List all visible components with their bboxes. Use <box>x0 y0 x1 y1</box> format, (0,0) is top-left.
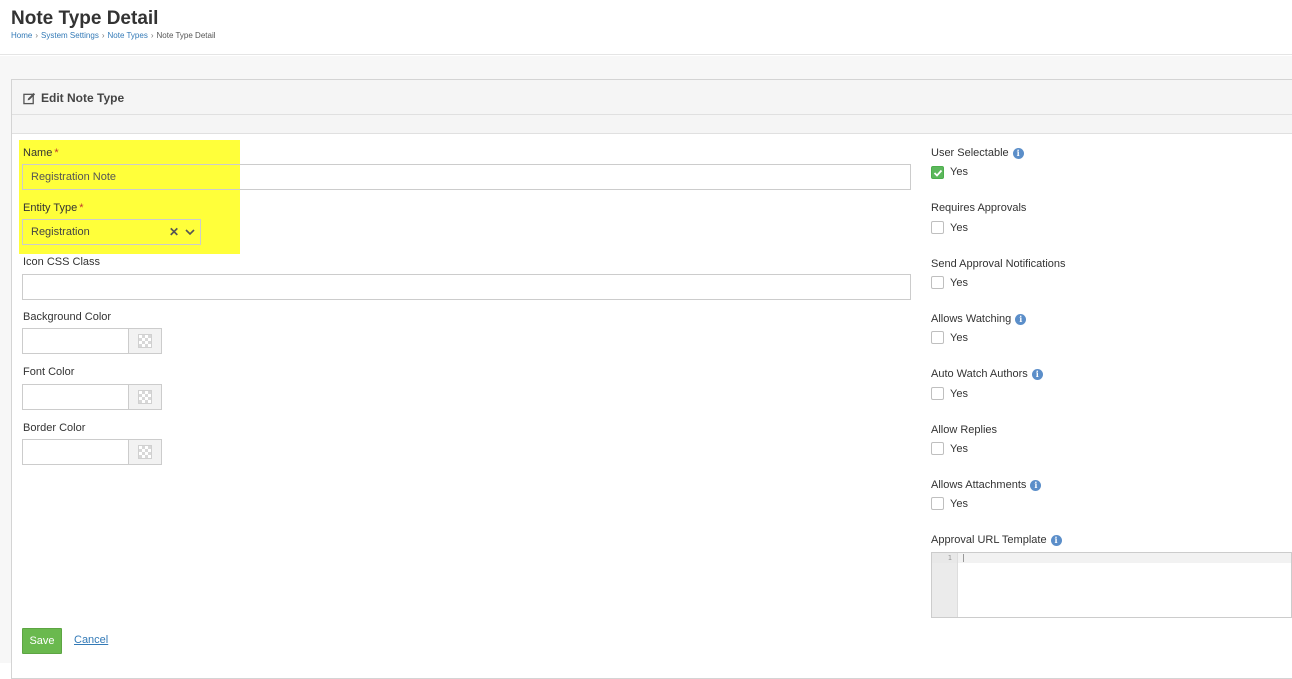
allows-attachments-label: Allows Attachments i <box>931 479 1042 491</box>
page-header: Note Type Detail Home › System Settings › No… <box>0 0 1292 55</box>
border-color-label: Border Color <box>23 422 86 434</box>
page-title: Note Type Detail <box>11 8 159 29</box>
allows-watching-yes: Yes <box>950 332 968 344</box>
transparent-swatch-icon <box>138 334 152 348</box>
info-icon[interactable]: i <box>1050 535 1062 546</box>
panel-heading: Edit Note Type <box>12 80 1292 115</box>
approval-url-template-editor[interactable]: 1 <box>931 552 1292 618</box>
send-approval-notifications-checkbox[interactable] <box>931 276 944 289</box>
icon-css-class-label: Icon CSS Class <box>23 256 101 268</box>
entity-type-label: Entity Type * <box>23 202 84 214</box>
required-marker: * <box>79 202 84 214</box>
color-swatch-button[interactable] <box>128 440 161 464</box>
info-icon[interactable]: i <box>1031 369 1043 380</box>
info-icon[interactable]: i <box>1012 148 1024 159</box>
color-swatch-button[interactable] <box>128 329 161 353</box>
allow-replies-label: Allow Replies <box>931 424 998 436</box>
allows-attachments-checkbox[interactable] <box>931 497 944 510</box>
user-selectable-label: User Selectable i <box>931 147 1024 159</box>
info-icon[interactable]: i <box>1030 480 1042 491</box>
edit-icon <box>23 92 36 104</box>
breadcrumb: Home › System Settings › Note Types › Note Typ… <box>11 31 216 40</box>
name-input[interactable]: Registration Note <box>22 164 911 190</box>
background-color-label: Background Color <box>23 311 112 323</box>
save-button[interactable]: Save <box>22 628 62 654</box>
auto-watch-authors-checkbox[interactable] <box>931 387 944 400</box>
transparent-swatch-icon <box>138 390 152 404</box>
check-icon <box>933 169 943 177</box>
breadcrumb-current: Note Type Detail <box>156 31 216 40</box>
font-color-picker[interactable] <box>22 384 162 410</box>
editor-active-line[interactable] <box>958 553 1291 563</box>
line-number: 1 <box>947 554 952 562</box>
required-marker: * <box>54 147 59 159</box>
info-icon[interactable]: i <box>1015 314 1027 325</box>
requires-approvals-checkbox[interactable] <box>931 221 944 234</box>
transparent-swatch-icon <box>138 445 152 459</box>
auto-watch-authors-yes: Yes <box>950 388 968 400</box>
panel-title: Edit Note Type <box>23 91 124 105</box>
send-approval-notifications-label: Send Approval Notifications <box>931 258 1066 270</box>
text-cursor <box>963 554 964 562</box>
allow-replies-checkbox[interactable] <box>931 442 944 455</box>
requires-approvals-label: Requires Approvals <box>931 202 1027 214</box>
send-approval-notifications-yes: Yes <box>950 277 968 289</box>
allows-attachments-yes: Yes <box>950 498 968 510</box>
user-selectable-yes: Yes <box>950 166 968 178</box>
clear-icon[interactable]: ✕ <box>169 220 179 244</box>
allows-watching-checkbox[interactable] <box>931 331 944 344</box>
breadcrumb-separator-icon: › <box>150 31 154 40</box>
panel-title-text: Edit Note Type <box>41 91 125 105</box>
requires-approvals-yes: Yes <box>950 222 968 234</box>
editor-gutter: 1 <box>932 553 958 617</box>
panel-subheading <box>12 115 1292 134</box>
breadcrumb-system-settings[interactable]: System Settings <box>41 31 99 40</box>
border-color-picker[interactable] <box>22 439 162 465</box>
breadcrumb-separator-icon: › <box>101 31 105 40</box>
cancel-link[interactable]: Cancel <box>74 634 108 646</box>
breadcrumb-note-types[interactable]: Note Types <box>108 31 148 40</box>
icon-css-class-input[interactable] <box>22 274 911 300</box>
name-label: Name * <box>23 147 59 159</box>
allows-watching-label: Allows Watching i <box>931 313 1027 325</box>
chevron-down-icon[interactable] <box>185 227 195 237</box>
entity-type-value: Registration <box>31 226 90 238</box>
user-selectable-checkbox[interactable] <box>931 166 944 179</box>
allow-replies-yes: Yes <box>950 443 968 455</box>
approval-url-template-label: Approval URL Template i <box>931 534 1062 546</box>
background-color-picker[interactable] <box>22 328 162 354</box>
color-swatch-button[interactable] <box>128 385 161 409</box>
entity-type-select[interactable]: Registration ✕ <box>22 219 201 245</box>
breadcrumb-separator-icon: › <box>35 31 39 40</box>
breadcrumb-home[interactable]: Home <box>11 31 32 40</box>
font-color-label: Font Color <box>23 366 75 378</box>
auto-watch-authors-label: Auto Watch Authors i <box>931 368 1043 380</box>
